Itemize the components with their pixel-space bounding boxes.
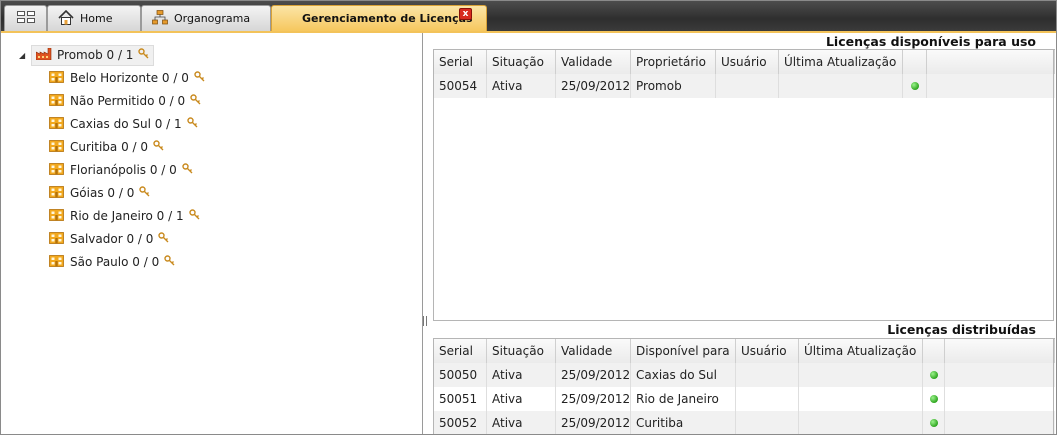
tree-node[interactable]: Salvador 0 / 0 <box>49 229 169 249</box>
license-key-icon <box>153 140 164 154</box>
building-icon <box>49 139 64 155</box>
distributed-licenses-title: Licenças distribuídas <box>887 322 1036 337</box>
tree-node-label: São Paulo 0 / 0 <box>70 255 160 269</box>
license-key-icon <box>188 209 200 223</box>
tree-node-label: Belo Horizonte 0 / 0 <box>70 71 189 85</box>
factory-icon <box>35 47 52 63</box>
tree-node-label: Não Permitido 0 / 0 <box>70 94 186 108</box>
building-icon <box>49 162 64 178</box>
building-icon <box>49 70 64 86</box>
org-chart-icon <box>152 9 168 28</box>
tab-licencas-label: Gerenciamento de Licenças <box>302 12 473 25</box>
building-icon <box>49 231 64 247</box>
tree-node-label: Góias 0 / 0 <box>70 186 135 200</box>
tree-node[interactable]: Góias 0 / 0 <box>49 183 150 203</box>
tree-node[interactable]: São Paulo 0 / 0 <box>49 252 175 272</box>
tree-node-label: Salvador 0 / 0 <box>70 232 154 246</box>
available-licenses-title: Licenças disponíveis para uso <box>825 34 1036 49</box>
building-icon <box>49 116 64 132</box>
tab-organograma[interactable]: Organograma <box>141 5 271 31</box>
license-key-icon <box>158 232 169 246</box>
tree-root-selection[interactable]: Promob 0 / 1 <box>31 44 155 66</box>
tree-node-label: Curitiba 0 / 0 <box>70 140 149 154</box>
tree-node-label: Rio de Janeiro 0 / 1 <box>70 209 184 223</box>
license-key-icon <box>194 71 205 85</box>
tab-dashboard[interactable] <box>4 5 47 31</box>
license-key-icon <box>182 163 193 177</box>
tree-node[interactable]: Belo Horizonte 0 / 0 <box>49 68 205 88</box>
grid-icon <box>16 11 35 26</box>
available-licenses-frame <box>433 49 1054 321</box>
license-key-icon <box>190 94 201 108</box>
building-icon <box>49 93 64 109</box>
tree-root-item[interactable]: ◢ Promob 0 / 1 <box>19 44 155 66</box>
tree-node[interactable]: Rio de Janeiro 0 / 1 <box>49 206 200 226</box>
license-key-icon <box>138 48 149 62</box>
building-icon <box>49 185 64 201</box>
tree-node[interactable]: Caxias do Sul 0 / 1 <box>49 114 198 134</box>
building-icon <box>49 254 64 270</box>
license-key-icon <box>186 117 198 131</box>
tree-node[interactable]: Não Permitido 0 / 0 <box>49 91 201 111</box>
tree-node[interactable]: Florianópolis 0 / 0 <box>49 160 193 180</box>
tab-home[interactable]: Home <box>47 5 141 31</box>
tab-gerenciamento-licencas[interactable]: Gerenciamento de Licenças <box>271 5 487 31</box>
building-icon <box>49 208 64 224</box>
panel-splitter[interactable] <box>423 315 429 327</box>
close-tab-icon[interactable]: x <box>459 8 472 20</box>
tab-home-label: Home <box>80 12 113 25</box>
tree-root-label: Promob 0 / 1 <box>57 48 134 62</box>
license-key-icon <box>164 255 175 269</box>
collapse-arrow-icon[interactable]: ◢ <box>19 51 29 60</box>
home-icon <box>58 9 74 28</box>
distributed-licenses-frame <box>433 338 1054 434</box>
tab-organograma-label: Organograma <box>174 12 251 25</box>
license-key-icon <box>139 186 150 200</box>
tree-node[interactable]: Curitiba 0 / 0 <box>49 137 164 157</box>
tree-node-label: Florianópolis 0 / 0 <box>70 163 177 177</box>
app-window: Home Organograma Gerenciamento de Licenç… <box>0 0 1057 435</box>
tree-node-label: Caxias do Sul 0 / 1 <box>70 117 182 131</box>
